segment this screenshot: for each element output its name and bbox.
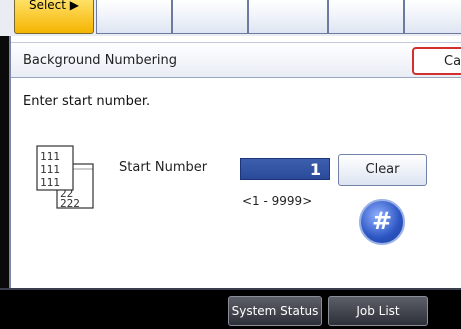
tab-select[interactable]: Select ▶ <box>14 0 94 34</box>
bottom-divider <box>0 288 461 290</box>
dialog-title: Background Numbering <box>23 53 178 68</box>
tab-segment-4[interactable] <box>328 0 404 34</box>
tab-segment-1[interactable] <box>96 0 172 34</box>
svg-text:111: 111 <box>40 176 60 189</box>
start-number-label: Start Number <box>119 160 208 175</box>
tab-segment-3[interactable] <box>248 0 328 34</box>
tab-segment-5[interactable] <box>404 0 461 34</box>
svg-text:111: 111 <box>40 150 60 163</box>
background-numbering-icon: 22 22 222 111 111 111 <box>35 144 95 210</box>
hash-key-button[interactable]: # <box>359 199 405 245</box>
job-list-button[interactable]: Job List <box>328 296 428 326</box>
clear-button[interactable]: Clear <box>338 154 427 186</box>
top-tab-bar: Select ▶ <box>0 0 461 36</box>
start-number-field[interactable]: 1 <box>240 158 330 180</box>
range-hint: <1 - 9999> <box>242 194 313 208</box>
instruction-text: Enter start number. <box>23 94 151 109</box>
svg-text:222: 222 <box>60 197 80 210</box>
system-status-button[interactable]: System Status <box>228 296 322 326</box>
svg-text:111: 111 <box>40 163 60 176</box>
numbering-panel: Background Numbering Can Enter start num… <box>11 36 461 288</box>
tab-segment-2[interactable] <box>172 0 248 34</box>
dialog-title-bar: Background Numbering Can <box>11 42 461 78</box>
cancel-button[interactable]: Can <box>412 47 461 75</box>
